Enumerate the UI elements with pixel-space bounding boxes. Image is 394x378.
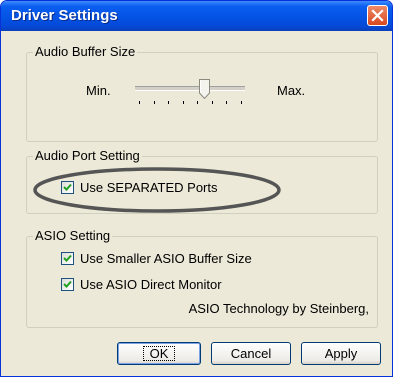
highlight-ellipse [33,167,281,213]
apply-button[interactable]: Apply [301,342,381,365]
asio-credit-text: ASIO Technology by Steinberg, [188,301,369,316]
direct-monitor-label[interactable]: Use ASIO Direct Monitor [80,277,222,292]
slider-tick [168,101,169,104]
smaller-buffer-label[interactable]: Use Smaller ASIO Buffer Size [80,251,252,266]
close-button[interactable] [367,5,388,26]
asio-group: ASIO Setting Use Smaller ASIO Buffer Siz… [26,228,378,328]
audio-buffer-group: Audio Buffer Size Min. Max. [26,44,378,142]
slider-max-label: Max. [277,83,306,98]
slider-tick [139,101,140,104]
audio-port-group-label: Audio Port Setting [33,148,142,164]
slider-tick [197,101,198,104]
slider-track [135,86,245,91]
ok-button[interactable]: OK [117,342,201,365]
audio-buffer-group-label: Audio Buffer Size [33,44,138,60]
slider-tick [241,101,242,104]
dialog-body: Audio Buffer Size Min. Max. Audio Port S… [4,31,389,373]
slider-tick [154,101,155,104]
slider-thumb[interactable] [199,79,210,102]
title-bar[interactable]: Driver Settings [1,1,392,31]
slider-tick [226,101,227,104]
buffer-size-slider[interactable] [135,79,249,109]
slider-tick [183,101,184,104]
smaller-buffer-checkbox[interactable] [61,252,74,265]
slider-min-label: Min. [86,83,111,98]
ok-button-label: OK [142,346,176,361]
direct-monitor-checkbox[interactable] [61,278,74,291]
driver-settings-dialog: Driver Settings Audio Buffer Size Min. M… [0,0,393,377]
window-title: Driver Settings [11,7,118,24]
asio-group-label: ASIO Setting [33,228,113,244]
slider-tick [212,101,213,104]
cancel-button[interactable]: Cancel [211,342,291,365]
